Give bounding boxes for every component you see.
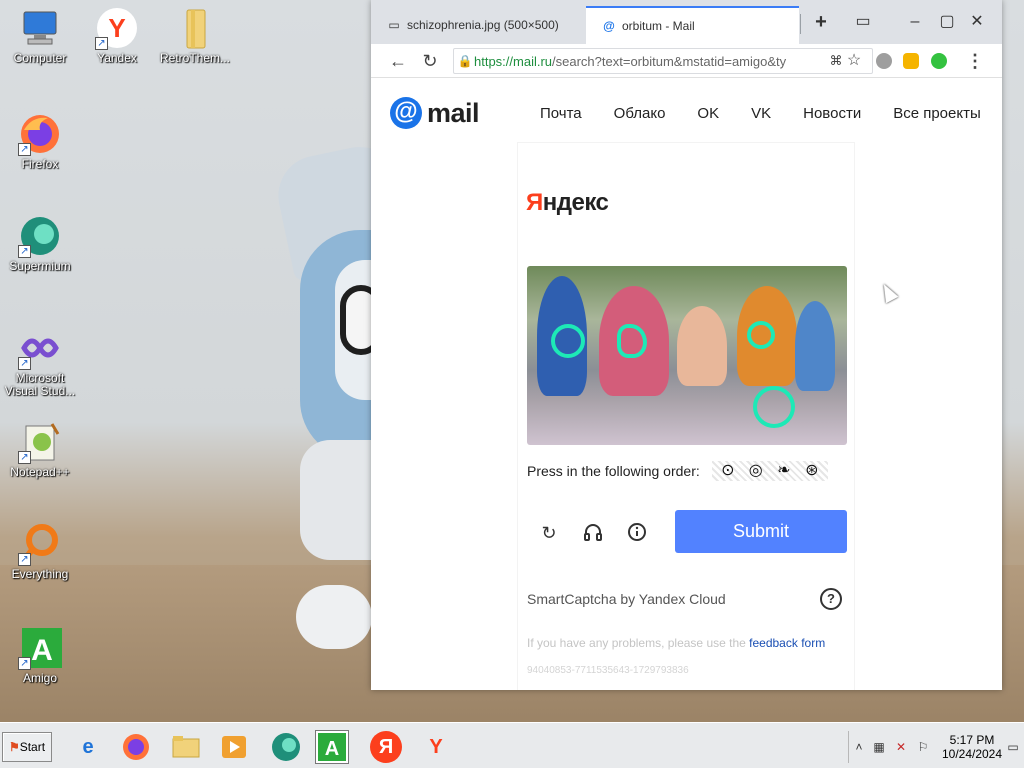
info-icon[interactable] <box>625 521 649 545</box>
system-tray: ˄ ▦ ✕ ⚐ 5:17 PM 10/24/2024 ▭ <box>848 731 1024 763</box>
desktop-icon-supermium[interactable]: ↗ Supermium <box>0 214 80 273</box>
tab-overview-icon[interactable]: ▭ <box>851 10 875 34</box>
file-explorer-icon[interactable] <box>170 731 202 763</box>
desktop-icon-computer[interactable]: Computer <box>0 6 80 65</box>
desktop-icon-retrothemes[interactable]: RetroThem... <box>155 6 235 65</box>
visual-studio-icon: ↗ <box>18 326 62 370</box>
supermium-taskbar-icon[interactable] <box>270 731 302 763</box>
media-player-icon[interactable] <box>218 731 250 763</box>
order-symbol-3: ❧ <box>777 462 791 479</box>
captcha-order-instruction: Press in the following order: ⊙ ◎ ❧ ⊛ <box>527 461 828 481</box>
audio-captcha-icon[interactable] <box>581 521 605 545</box>
order-symbol-2: ◎ <box>748 462 763 479</box>
mailru-nav: Почта Облако OK VK Новости Все проекты <box>540 105 1002 122</box>
tab-strip: ▭ schizophrenia.jpg (500×500) @ orbitum … <box>371 0 1002 44</box>
smartcaptcha-credit: SmartCaptcha by Yandex Cloud <box>527 591 726 607</box>
mail-at-icon: @ <box>603 19 615 33</box>
shortcut-arrow-icon: ↗ <box>18 657 31 670</box>
lock-icon: 🔒 <box>457 54 473 68</box>
action-center-flag-icon[interactable]: ⚐ <box>915 739 931 755</box>
back-button[interactable]: ← <box>385 48 411 74</box>
order-symbol-1: ⊙ <box>721 462 735 479</box>
firefox-taskbar-icon[interactable] <box>120 731 152 763</box>
shortcut-arrow-icon: ↗ <box>18 143 31 156</box>
menu-kebab-icon[interactable]: ⋮ <box>962 48 988 74</box>
nav-pochta[interactable]: Почта <box>540 105 582 122</box>
tray-expand-icon[interactable]: ˄ <box>851 739 867 755</box>
help-question-icon[interactable]: ? <box>820 588 842 610</box>
show-desktop-icon[interactable]: ▭ <box>1005 739 1021 755</box>
amigo-taskbar-icon[interactable]: A <box>315 730 349 764</box>
supermium-icon: ↗ <box>18 214 62 258</box>
reload-button[interactable]: ↻ <box>417 48 443 74</box>
extension-chat-icon[interactable] <box>903 53 919 69</box>
nav-all-projects[interactable]: Все проекты <box>893 105 981 122</box>
refresh-captcha-icon[interactable]: ↻ <box>537 521 561 545</box>
shortcut-arrow-icon: ↗ <box>18 451 31 464</box>
page-content: @ mail Почта Облако OK VK Новости Все пр… <box>371 79 1002 690</box>
address-bar[interactable]: 🔒 https://mail.ru/search?text=orbitum&ms… <box>453 48 873 74</box>
firefox-icon: ↗ <box>18 112 62 156</box>
volume-muted-icon[interactable]: ✕ <box>893 739 909 755</box>
request-id: 94040853-7711535643-1729793836 <box>527 665 689 676</box>
svg-text:Y: Y <box>108 13 125 43</box>
shortcut-arrow-icon: ↗ <box>18 357 31 370</box>
captcha-image[interactable] <box>527 266 847 445</box>
folder-icon <box>173 6 217 50</box>
captcha-glyph-3[interactable] <box>747 321 775 349</box>
close-button[interactable]: ✕ <box>965 10 989 34</box>
desktop-icon-everything[interactable]: ↗ Everything <box>0 522 80 581</box>
extension-green-icon[interactable] <box>931 53 947 69</box>
shortcut-arrow-icon: ↗ <box>18 245 31 258</box>
yandex-browser-icon: Y ↗ <box>95 6 139 50</box>
image-file-icon: ▭ <box>388 18 400 32</box>
shortcut-arrow-icon: ↗ <box>95 37 108 50</box>
notepad-plus-plus-icon: ↗ <box>18 420 62 464</box>
captcha-glyph-4[interactable] <box>753 386 795 428</box>
desktop-icon-yandex[interactable]: Y ↗ Yandex <box>77 6 157 65</box>
problems-notice: If you have any problems, please use the… <box>527 636 826 650</box>
yandex-logo: Яндекс <box>526 189 609 216</box>
feedback-form-link[interactable]: feedback form <box>749 636 825 650</box>
desktop-icon-amigo[interactable]: A ↗ Amigo <box>0 626 80 685</box>
desktop-icon-visual-studio[interactable]: ↗ Microsoft Visual Stud... <box>0 326 80 398</box>
captcha-order-symbols: ⊙ ◎ ❧ ⊛ <box>711 461 828 481</box>
everything-icon: ↗ <box>18 522 62 566</box>
captcha-glyph-1[interactable] <box>551 324 585 358</box>
submit-button[interactable]: Submit <box>675 510 847 553</box>
captcha-glyph-2[interactable] <box>617 324 647 358</box>
tab-orbitum-mail[interactable]: @ orbitum - Mail <box>586 6 799 44</box>
nav-vk[interactable]: VK <box>751 105 771 122</box>
nav-oblako[interactable]: Облако <box>614 105 666 122</box>
desktop-icon-notepad-plus-plus[interactable]: ↗ Notepad++ <box>0 420 80 479</box>
network-icon[interactable]: ▦ <box>871 739 887 755</box>
clock[interactable]: 5:17 PM 10/24/2024 <box>939 733 1005 761</box>
start-button[interactable]: ⚑Start <box>2 732 52 762</box>
yandex-browser-taskbar-icon[interactable]: Y <box>420 731 452 763</box>
mailru-logo[interactable]: @ mail <box>390 97 480 129</box>
minimize-button[interactable]: – <box>903 10 927 34</box>
amigo-icon: A ↗ <box>18 626 62 670</box>
computer-icon <box>18 6 62 50</box>
shortcut-arrow-icon: ↗ <box>18 553 31 566</box>
extension-circle-icon[interactable] <box>876 53 892 69</box>
smartcaptcha-panel: Яндекс Press in the following order: ⊙ ◎… <box>518 143 854 690</box>
taskbar: ⚑Start e A Я Y ˄ ▦ ✕ ⚐ 5:17 PM 10/24/202… <box>0 722 1024 768</box>
nav-novosti[interactable]: Новости <box>803 105 861 122</box>
maximize-button[interactable]: ▢ <box>935 10 959 34</box>
tab-schizophrenia-image[interactable]: ▭ schizophrenia.jpg (500×500) <box>371 6 586 44</box>
order-symbol-4: ⊛ <box>805 462 819 479</box>
nav-ok[interactable]: OK <box>697 105 719 122</box>
internet-explorer-icon[interactable]: e <box>72 731 104 763</box>
yandex-search-taskbar-icon[interactable]: Я <box>370 731 402 763</box>
browser-toolbar: ← ↻ 🔒 https://mail.ru/search?text=orbitu… <box>371 44 1002 78</box>
desktop-icon-firefox[interactable]: ↗ Firefox <box>0 112 80 171</box>
windows-flag-icon: ⚑ <box>8 740 20 754</box>
svg-text:A: A <box>31 634 53 667</box>
new-tab-button[interactable]: + <box>809 10 833 34</box>
bookmark-star-icon[interactable]: ☆ <box>841 48 867 74</box>
browser-window: ▭ schizophrenia.jpg (500×500) @ orbitum … <box>371 0 1002 690</box>
